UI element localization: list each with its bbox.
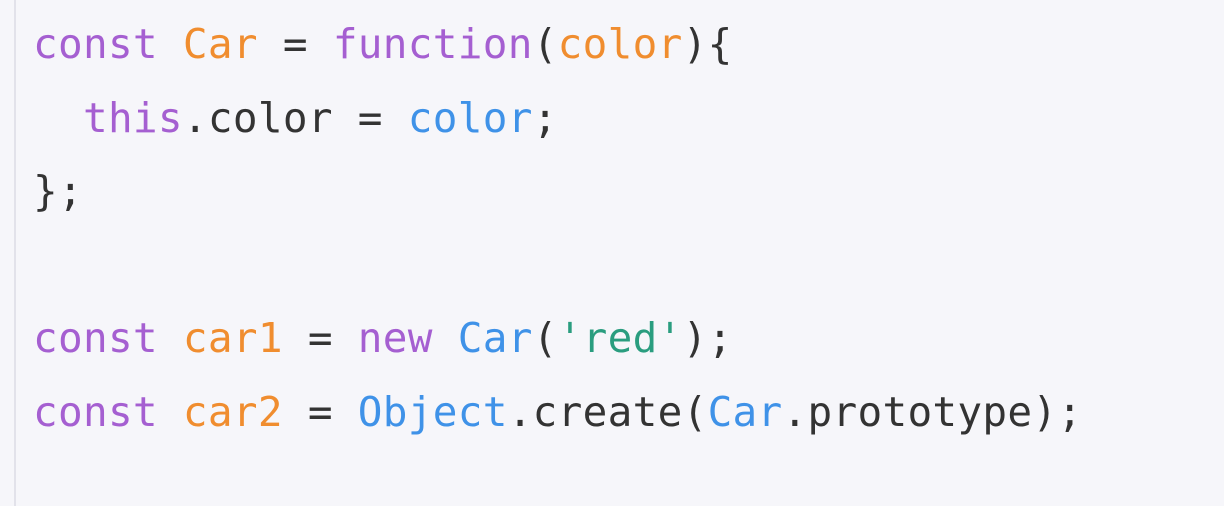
code-token-str: 'red' bbox=[557, 314, 683, 362]
code-token-plain: .color = bbox=[182, 93, 408, 142]
code-token-plain: = bbox=[257, 20, 333, 68]
code-line: this.color = color; bbox=[33, 82, 1082, 156]
code-token-plain: = bbox=[282, 387, 358, 436]
code-token-fn: color bbox=[407, 93, 533, 142]
code-block[interactable]: const Car = function(color){ this.color … bbox=[33, 8, 1082, 449]
code-token-fn: Car bbox=[707, 387, 783, 436]
code-token-kw: const bbox=[33, 314, 158, 362]
code-token-plain: ( bbox=[532, 20, 558, 68]
code-token-plain: ; bbox=[532, 93, 558, 142]
code-token-plain: .create( bbox=[507, 387, 708, 436]
code-token-var: car1 bbox=[182, 314, 283, 362]
code-token-kw: const bbox=[33, 20, 158, 68]
code-token-kw: const bbox=[33, 387, 158, 436]
code-token-fn: Object bbox=[357, 387, 508, 436]
code-token-plain: ); bbox=[682, 314, 733, 362]
code-token-fn: Car bbox=[457, 314, 533, 362]
code-token-plain: = bbox=[282, 314, 358, 362]
code-token-kw: this bbox=[82, 93, 183, 142]
code-line: const car1 = new Car('red'); bbox=[33, 302, 1082, 376]
code-editor[interactable]: const Car = function(color){ this.color … bbox=[0, 0, 1224, 506]
code-token-plain: ){ bbox=[682, 20, 733, 68]
code-token-plain: }; bbox=[33, 167, 83, 215]
code-token-var: color bbox=[557, 20, 683, 68]
code-line: ​ bbox=[33, 229, 1082, 303]
code-token-plain: ( bbox=[532, 314, 558, 362]
code-line: const car2 = Object.create(Car.prototype… bbox=[33, 376, 1082, 450]
code-line: }; bbox=[33, 155, 1082, 229]
code-token-var: Car bbox=[182, 20, 258, 68]
code-line: const Car = function(color){ bbox=[33, 8, 1082, 82]
code-token-var: car2 bbox=[182, 387, 283, 436]
code-token-kw: new bbox=[357, 314, 433, 362]
code-token-kw: function bbox=[332, 20, 533, 68]
code-token-plain: .prototype); bbox=[782, 387, 1083, 436]
gutter-divider bbox=[14, 0, 16, 506]
